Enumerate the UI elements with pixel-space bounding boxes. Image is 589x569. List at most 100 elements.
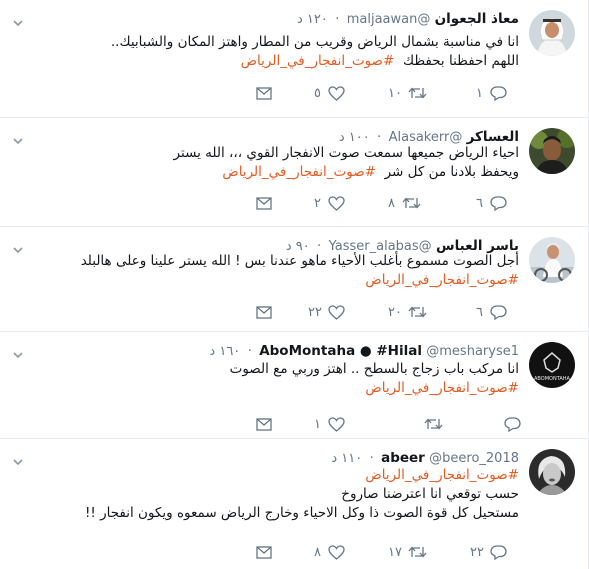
- reply-button[interactable]: ٦: [476, 194, 507, 212]
- user-handle[interactable]: @beero_2018: [429, 451, 519, 466]
- tweet-card[interactable]: معاذ الجعوان @maljaawan · ١٢٠ د انا في م…: [0, 0, 589, 118]
- avatar[interactable]: [529, 10, 575, 56]
- dm-button[interactable]: [256, 84, 272, 102]
- like-count: ١: [314, 416, 321, 432]
- timestamp[interactable]: ١٠٠ د: [339, 130, 370, 145]
- dm-button[interactable]: [256, 194, 272, 212]
- tweet-actions: ٨ ١٧ ٢٢: [250, 543, 520, 561]
- like-count: ٢: [314, 195, 321, 211]
- text-line: انا في مناسبة بشمال الرياض وقريب من المط…: [110, 34, 519, 50]
- like-count: ٢٢: [308, 304, 322, 320]
- heart-icon: [328, 304, 345, 320]
- like-button[interactable]: ١: [314, 415, 345, 433]
- envelope-icon: [256, 196, 272, 210]
- retweet-button[interactable]: ١٧: [388, 543, 427, 561]
- hashtag-link[interactable]: #صوت_انفجار_في_الرياض: [365, 467, 519, 483]
- tweet-actions: ٢٢ ٢٠ ٦: [250, 303, 520, 321]
- reply-button[interactable]: [490, 415, 521, 433]
- tweet-header: AboMontaha ● #Hilal @mesharyse1 · ١٦٠ د: [209, 342, 519, 361]
- chevron-down-icon[interactable]: [12, 346, 24, 359]
- retweet-icon: [408, 546, 427, 558]
- reply-icon: [490, 304, 507, 320]
- avatar[interactable]: ABOMONTAHA: [529, 342, 575, 388]
- display-name[interactable]: معاذ الجعوان: [435, 11, 519, 27]
- reply-button[interactable]: ٢٢: [470, 543, 507, 561]
- text-line: #صوت_انفجار_في_الرياض: [40, 379, 519, 398]
- text-line: أجل الصوت مسموع بأغلب الأحياء ماهو عندنا…: [80, 253, 519, 269]
- display-name[interactable]: AboMontaha ● #Hilal: [259, 343, 422, 359]
- chevron-down-icon[interactable]: [12, 453, 24, 466]
- retweet-icon: [408, 306, 427, 318]
- separator-dot: ·: [247, 343, 252, 359]
- retweet-icon: [402, 197, 421, 209]
- display-name[interactable]: العساكر: [467, 129, 519, 145]
- tweet-card[interactable]: باسر العباس @Yasser_alabas · ٩٠ د أجل ال…: [0, 227, 589, 332]
- chevron-down-icon[interactable]: [12, 241, 24, 254]
- text-line: حسب توقعي انا اعترضنا صاروخ: [341, 486, 519, 502]
- like-count: ٨: [314, 544, 321, 560]
- heart-icon: [328, 85, 345, 101]
- envelope-icon: [256, 86, 272, 100]
- retweet-icon: [408, 87, 427, 99]
- hashtag-link[interactable]: #صوت_انفجار_في_الرياض: [222, 164, 376, 180]
- reply-icon: [504, 416, 521, 432]
- dm-button[interactable]: [256, 543, 272, 561]
- retweet-button[interactable]: ٢٠: [388, 303, 427, 321]
- tweet-text: احياء الرياض جميعها سمعت صوت الانفجار ال…: [40, 144, 519, 182]
- reply-button[interactable]: ١: [476, 84, 507, 102]
- reply-count: ٢٢: [470, 544, 484, 560]
- tweet-card[interactable]: abeer @beero_2018 · ١١٠ د #صوت_انفجار_في…: [0, 439, 589, 569]
- dm-button[interactable]: [256, 415, 272, 433]
- reply-count: ١: [476, 85, 483, 101]
- reply-icon: [490, 195, 507, 211]
- retweet-count: ١٠: [388, 85, 402, 101]
- retweet-button[interactable]: ١٠: [388, 84, 427, 102]
- timestamp[interactable]: ١١٠ د: [331, 451, 362, 466]
- dm-button[interactable]: [256, 303, 272, 321]
- display-name[interactable]: abeer: [381, 450, 425, 466]
- envelope-icon: [256, 305, 272, 319]
- separator-dot: ·: [335, 11, 340, 27]
- tweet-text: انا في مناسبة بشمال الرياض وقريب من المط…: [40, 33, 519, 71]
- reply-button[interactable]: ٦: [476, 303, 507, 321]
- tweet-text: أجل الصوت مسموع بأغلب الأحياء ماهو عندنا…: [40, 252, 519, 290]
- text-line: مستحيل كل قوة الصوت ذا وكل الاحياء وخارج…: [84, 505, 519, 521]
- retweet-count: ٨: [388, 195, 395, 211]
- like-button[interactable]: ٢: [314, 194, 345, 212]
- heart-icon: [328, 195, 345, 211]
- avatar[interactable]: [529, 237, 575, 283]
- chevron-down-icon[interactable]: [12, 132, 24, 145]
- hashtag-link[interactable]: #صوت_انفجار_في_الرياض: [241, 53, 395, 69]
- logo-text: ABOMONTAHA: [534, 376, 571, 382]
- chevron-down-icon[interactable]: [12, 14, 24, 27]
- avatar[interactable]: [529, 128, 575, 174]
- tweet-text: #صوت_انفجار_في_الرياض حسب توقعي انا اعتر…: [40, 466, 519, 523]
- hashtag-link[interactable]: #صوت_انفجار_في_الرياض: [365, 272, 519, 288]
- tweet-text: انا مركب باب زجاج بالسطح .. اهتز وربي مع…: [40, 360, 519, 398]
- text-line: #صوت_انفجار_في_الرياض: [40, 271, 519, 290]
- user-handle[interactable]: @maljaawan: [347, 12, 431, 27]
- tweet-card[interactable]: العساكر @Alasakerr · ١٠٠ د احياء الرياض …: [0, 118, 589, 227]
- like-button[interactable]: ٥: [314, 84, 345, 102]
- timestamp[interactable]: ١٦٠ د: [209, 344, 240, 359]
- separator-dot: ·: [369, 450, 374, 466]
- tweet-timeline: معاذ الجعوان @maljaawan · ١٢٠ د انا في م…: [0, 0, 589, 569]
- text-line: ويحفظ بلادنا من كل شر #صوت_انفجار_في_الر…: [222, 164, 519, 180]
- tweet-card[interactable]: ABOMONTAHA AboMontaha ● #Hilal @mesharys…: [0, 332, 589, 439]
- retweet-count: ١٧: [388, 544, 402, 560]
- envelope-icon: [256, 417, 272, 431]
- retweet-button[interactable]: [410, 415, 443, 433]
- user-handle[interactable]: @Alasakerr: [389, 130, 463, 145]
- heart-icon: [328, 416, 345, 432]
- avatar[interactable]: [529, 449, 575, 495]
- retweet-icon: [424, 418, 443, 430]
- tweet-actions: ٥ ١٠ ١: [250, 84, 520, 102]
- retweet-button[interactable]: ٨: [388, 194, 421, 212]
- text-line: احياء الرياض جميعها سمعت صوت الانفجار ال…: [173, 145, 519, 161]
- user-handle[interactable]: @mesharyse1: [426, 344, 519, 359]
- hashtag-link[interactable]: #صوت_انفجار_في_الرياض: [365, 380, 519, 396]
- text-line: #صوت_انفجار_في_الرياض: [40, 466, 519, 485]
- like-button[interactable]: ٢٢: [308, 303, 345, 321]
- like-button[interactable]: ٨: [314, 543, 345, 561]
- timestamp[interactable]: ١٢٠ د: [297, 12, 328, 27]
